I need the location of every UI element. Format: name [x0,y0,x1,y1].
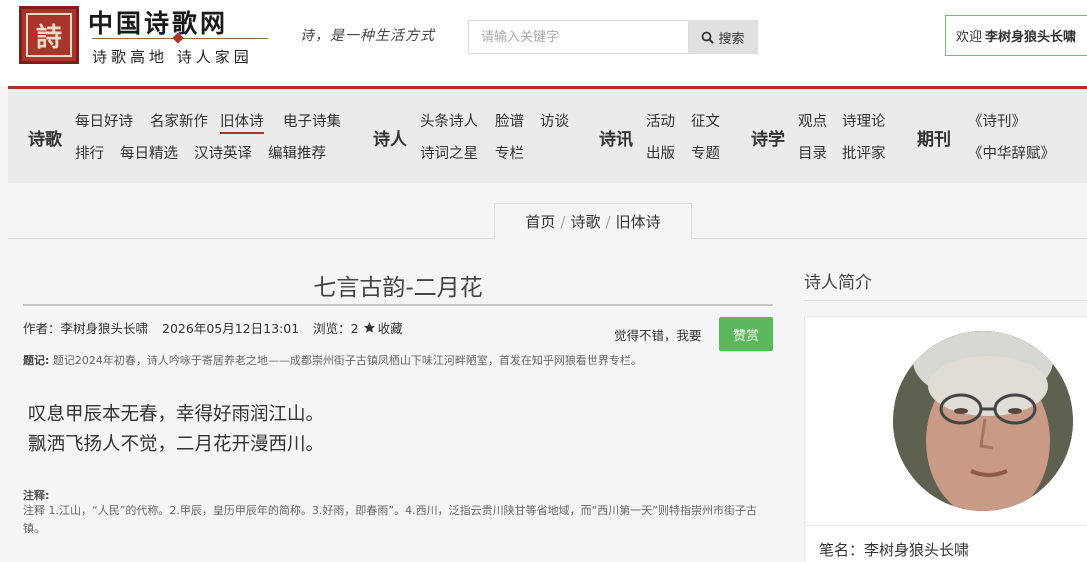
nav-category-poetry[interactable]: 诗歌 [28,125,62,150]
nav-link-ranking[interactable]: 排行 [75,142,104,163]
title-divider [23,304,773,306]
sidebar-title: 诗人简介 [804,273,872,293]
breadcrumb-classical[interactable]: 旧体诗 [616,211,661,232]
favorite-button[interactable]: 收藏 [363,318,417,337]
breadcrumb-home[interactable]: 首页 [525,211,555,232]
nav-link-daily-picks[interactable]: 每日精选 [120,142,178,163]
search-icon [702,31,715,44]
article-preface: 题记: 题记2024年初春，诗人吟咏于寄居养老之地——成都崇州街子古镇凤栖山下味… [23,352,773,368]
breadcrumb-separator: / [560,212,566,231]
breadcrumb-separator: / [605,212,611,231]
nav-link-contests[interactable]: 征文 [691,110,720,131]
star-icon [363,322,375,333]
nav-link-cifu[interactable]: 《中华辞赋》 [968,142,1055,163]
article-date: 2026年05月12日13:01 [162,321,300,336]
nav-link-critics[interactable]: 批评家 [842,142,886,163]
welcome-prefix: 欢迎 [956,30,983,45]
poem-line: 叹息甲辰本无春，幸得好雨润江山。 [28,404,325,425]
welcome-username[interactable]: 李树身狼头长啸 [985,26,1076,45]
sidebar-divider [804,300,1087,301]
poem-body: 叹息甲辰本无春，幸得好雨润江山。 飘洒飞扬人不觉，二月花开漫西川。 [28,400,324,460]
nav-link-classical-poetry[interactable]: 旧体诗 [220,110,264,134]
search-button[interactable]: 搜索 [688,20,758,54]
nav-link-catalog[interactable]: 目录 [798,142,827,163]
site-slogan: 诗，是一种生活方式 [300,28,435,44]
nav-category-journals[interactable]: 期刊 [917,125,951,150]
preface-label: 题记: [23,354,50,367]
nav-link-topics[interactable]: 专题 [691,142,720,163]
site-header: 詩 中国诗歌网 诗歌高地 诗人家园 诗，是一种生活方式 搜索 欢迎 李树身狼头长… [0,0,1087,86]
nav-link-interviews[interactable]: 访谈 [540,110,569,131]
nav-link-editor-picks[interactable]: 编辑推荐 [268,142,326,163]
nav-link-poetry-stars[interactable]: 诗词之星 [420,142,478,163]
poet-pen-name: 笔名：李树身狼头长啸 [819,541,970,559]
welcome-box[interactable]: 欢迎 李树身狼头长啸 [945,15,1087,56]
poem-line: 飘洒飞扬人不觉，二月花开漫西川。 [28,434,325,455]
preface-text: 题记2024年初春，诗人吟咏于寄居养老之地——成都崇州街子古镇凤栖山下味江河畔陋… [52,354,642,367]
reward-button[interactable]: 赞赏 [719,317,773,351]
nav-link-viewpoints[interactable]: 观点 [798,110,827,131]
notes-text: 注释 1.江山，“人民”的代称。2.甲辰，皇历甲辰年的简称。3.好雨，即春雨”。… [23,504,757,535]
favorite-label: 收藏 [377,321,403,336]
nav-link-headline-poets[interactable]: 头条诗人 [420,110,478,131]
nav-link-masters-new[interactable]: 名家新作 [150,110,208,131]
main-nav: 诗歌 每日好诗 名家新作 旧体诗 电子诗集 排行 每日精选 汉诗英译 编辑推荐 … [8,89,1087,183]
avatar-photo-icon [893,331,1073,511]
nav-link-e-collections[interactable]: 电子诗集 [283,110,341,131]
nav-link-publishing[interactable]: 出版 [646,142,675,163]
search-button-label: 搜索 [718,31,745,47]
site-logo-icon[interactable]: 詩 [19,6,79,64]
article-views: 浏览：2 [313,321,359,336]
nav-link-faces[interactable]: 脸谱 [495,110,524,131]
search-input[interactable] [468,20,688,54]
nav-link-events[interactable]: 活动 [646,110,675,131]
breadcrumb: 首页 / 诗歌 / 旧体诗 [494,203,692,239]
article-meta: 作者：李树身狼头长啸 2026年05月12日13:01 浏览：2 收藏 [23,318,431,337]
like-prompt: 觉得不错，我要 [614,328,702,343]
logo-seal-char: 詩 [26,13,72,57]
nav-link-theory[interactable]: 诗理论 [842,110,886,131]
nav-link-translations[interactable]: 汉诗英译 [194,142,252,163]
site-subtitle: 诗歌高地 诗人家园 [92,48,253,66]
article-title: 七言古韵-二月花 [313,275,483,301]
nav-link-columns[interactable]: 专栏 [495,142,524,163]
nav-category-studies[interactable]: 诗学 [751,125,785,150]
notes-label: 注释: [23,489,50,502]
nav-category-poets[interactable]: 诗人 [373,125,407,150]
site-title[interactable]: 中国诗歌网 [88,4,228,40]
nav-category-news[interactable]: 诗讯 [599,125,633,150]
poet-avatar[interactable] [893,331,1073,511]
nav-link-daily-good-poem[interactable]: 每日好诗 [75,110,133,131]
article-author[interactable]: 作者：李树身狼头长啸 [23,318,148,337]
nav-link-shikan[interactable]: 《诗刊》 [968,110,1026,131]
poet-card-divider [804,525,1087,526]
breadcrumb-poetry[interactable]: 诗歌 [570,211,600,232]
